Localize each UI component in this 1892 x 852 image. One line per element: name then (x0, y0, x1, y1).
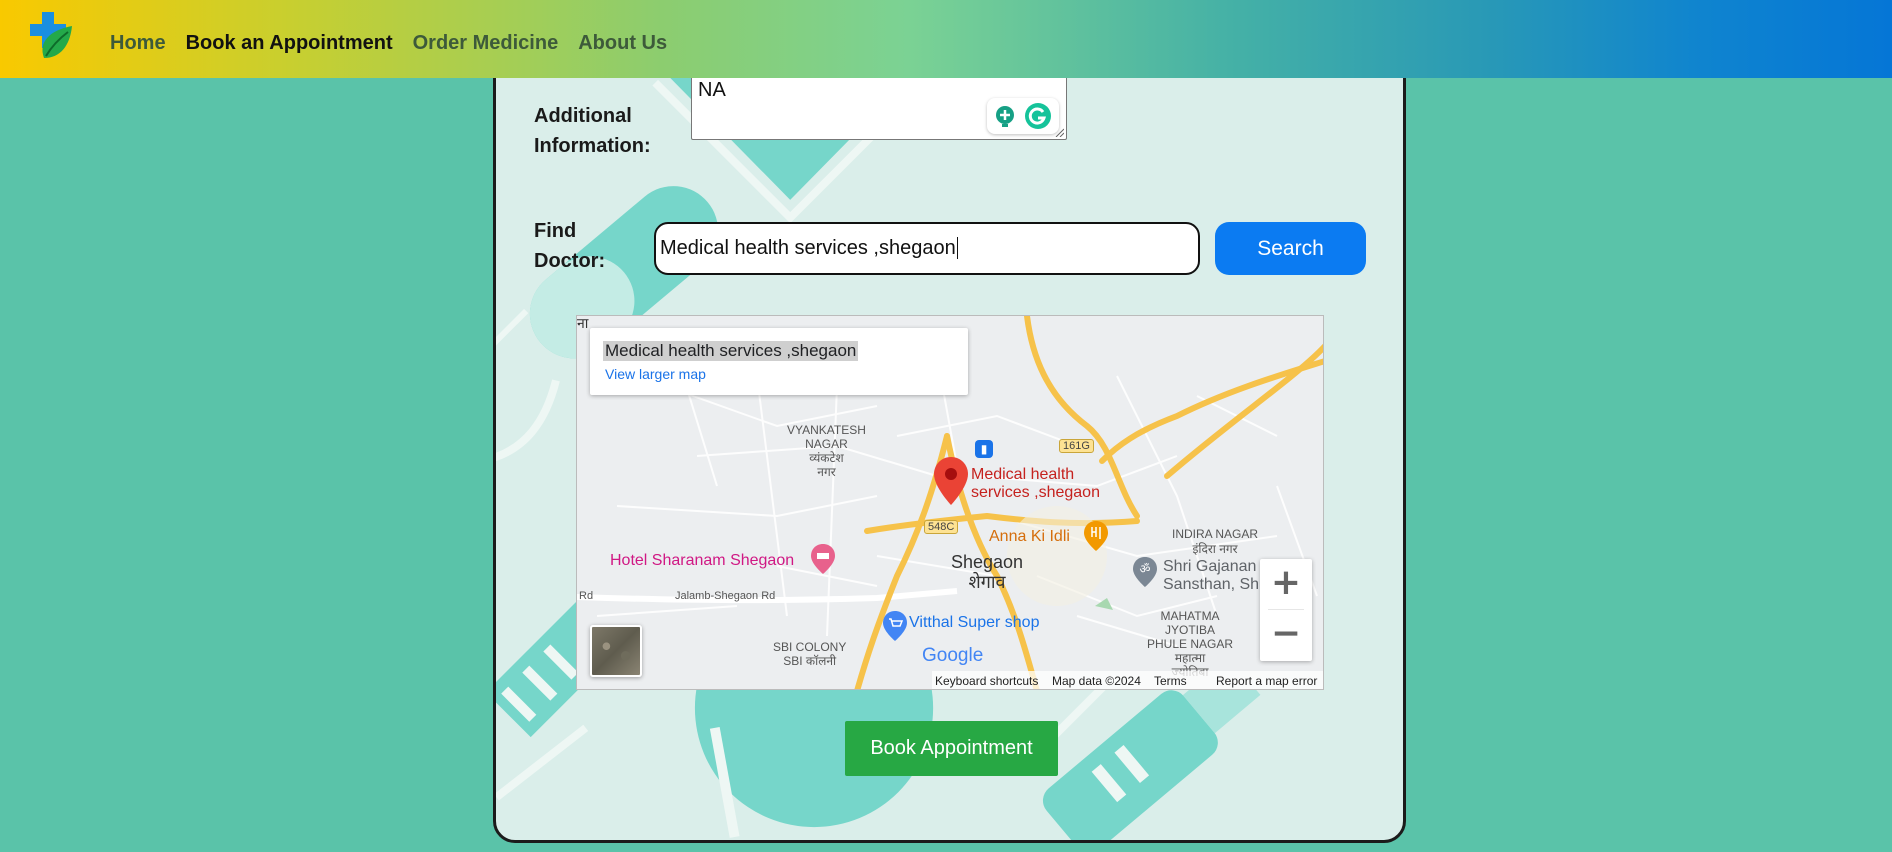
additional-info-label-line2: Information: (534, 135, 651, 157)
nav-book-appointment[interactable]: Book an Appointment (186, 32, 393, 55)
label-anna-ki-idli: Anna Ki Idli (989, 528, 1070, 545)
label-vitthal: Vitthal Super shop (909, 614, 1040, 631)
zoom-controls: + − (1260, 559, 1312, 661)
terms-link[interactable]: Terms (1154, 671, 1187, 689)
pin-label: Medical health services ,shegaon (971, 466, 1100, 502)
google-wordmark: Google (922, 645, 984, 666)
label-vyankatesh-3: व्यंकटेश (809, 451, 844, 465)
zoom-in-button[interactable]: + (1260, 559, 1312, 609)
map-place-title: Medical health services ,shegaon (603, 341, 859, 361)
grammarly-widget[interactable] (987, 98, 1059, 134)
highway-shield-161g: 161G (1059, 439, 1094, 453)
map-edge-label: ना (577, 315, 589, 331)
book-appointment-button[interactable]: Book Appointment (845, 721, 1058, 776)
label-gajanan: Shri Gajanan Sansthan, Sh (1163, 558, 1259, 594)
view-larger-map-link[interactable]: View larger map (605, 366, 706, 382)
map-pin-icon[interactable] (934, 457, 968, 505)
google-map-embed[interactable]: Medical health services ,shegaon View la… (576, 315, 1324, 690)
additional-info-value: NA (698, 79, 726, 101)
lightbulb-icon[interactable] (993, 104, 1017, 128)
label-shegaon-dev: शेगाव (968, 572, 1006, 592)
find-doctor-label-line1: Find (534, 220, 577, 242)
pin-label-line2: services ,shegaon (971, 484, 1100, 501)
transit-icon[interactable]: ▮ (975, 440, 993, 458)
label-sbi-2: SBI कॉलनी (783, 654, 837, 668)
map-place-card: Medical health services ,shegaon View la… (590, 328, 968, 395)
label-mahatma-3: PHULE NAGAR (1147, 637, 1234, 651)
label-road-jalamb: Jalamb-Shegaon Rd (675, 590, 776, 602)
find-doctor-label-line2: Doctor: (534, 250, 606, 272)
additional-info-label: Additional Information: (534, 101, 651, 161)
label-gajanan-1: Shri Gajanan (1163, 558, 1257, 575)
restaurant-icon[interactable] (1084, 521, 1108, 551)
nav-order-medicine[interactable]: Order Medicine (413, 32, 559, 55)
svg-text:ॐ: ॐ (1140, 562, 1151, 576)
label-mahatma-phule: MAHATMA JYOTIBA PHULE NAGAR महात्मा ज्यो… (1147, 609, 1233, 679)
label-sbi-colony: SBI COLONY SBI कॉलनी (773, 640, 846, 668)
temple-icon[interactable]: ॐ (1133, 557, 1157, 587)
label-vyankatesh-4: नगर (817, 465, 836, 479)
nav-links: Home Book an Appointment Order Medicine … (110, 0, 667, 86)
keyboard-shortcuts-link[interactable]: Keyboard shortcuts (935, 671, 1038, 689)
search-button[interactable]: Search (1215, 222, 1366, 275)
label-mahatma-4: महात्मा (1174, 651, 1206, 665)
label-gajanan-2: Sansthan, Sh (1163, 576, 1260, 593)
label-shegaon: Shegaon शेगाव (951, 552, 1023, 592)
label-hotel-sharanam: Hotel Sharanam Shegaon (610, 552, 795, 569)
additional-info-label-line1: Additional (534, 105, 632, 127)
find-doctor-label: Find Doctor: (534, 216, 605, 276)
label-sbi-1: SBI COLONY (773, 640, 847, 654)
top-navbar: Home Book an Appointment Order Medicine … (0, 0, 1892, 78)
pin-label-line1: Medical health (971, 466, 1075, 483)
search-input-value: Medical health services ,shegaon (660, 237, 956, 259)
nav-home[interactable]: Home (110, 32, 166, 55)
label-vyankatesh-1: VYANKATESH (787, 423, 866, 437)
nav-about-us[interactable]: About Us (578, 32, 667, 55)
highway-shield-548c: 548C (924, 520, 959, 534)
google-logo: Google (922, 645, 983, 667)
label-indira-2: इंदिरा नगर (1192, 542, 1238, 556)
label-vyankatesh-2: NAGAR (805, 437, 848, 451)
hotel-icon[interactable] (811, 544, 835, 574)
report-map-error-link[interactable]: Report a map error (1216, 671, 1317, 689)
label-indira-1: INDIRA NAGAR (1172, 527, 1259, 541)
label-shegaon-en: Shegaon (951, 552, 1024, 572)
map-data-credit: Map data ©2024 (1052, 674, 1141, 688)
grammarly-icon[interactable] (1023, 102, 1053, 130)
doctor-search-input[interactable]: Medical health services ,shegaon​ (654, 222, 1200, 275)
satellite-toggle-thumbnail[interactable] (590, 625, 642, 677)
text-caret: ​ (956, 237, 958, 259)
appointment-form-card: Additional Information: NA Find Doctor: … (493, 40, 1406, 843)
shopping-cart-icon[interactable] (883, 611, 907, 641)
label-road-rd: Rd (579, 590, 594, 602)
label-indira-nagar: INDIRA NAGAR इंदिरा नगर (1172, 527, 1258, 557)
map-footer: Keyboard shortcuts Map data ©2024 Terms … (932, 671, 1323, 689)
label-mahatma-2: JYOTIBA (1165, 623, 1216, 637)
label-vyankatesh: VYANKATESH NAGAR व्यंकटेश नगर (787, 423, 866, 479)
label-mahatma-1: MAHATMA (1160, 609, 1220, 623)
zoom-out-button[interactable]: − (1260, 610, 1312, 660)
logo-cross-leaf-icon[interactable] (28, 12, 74, 62)
